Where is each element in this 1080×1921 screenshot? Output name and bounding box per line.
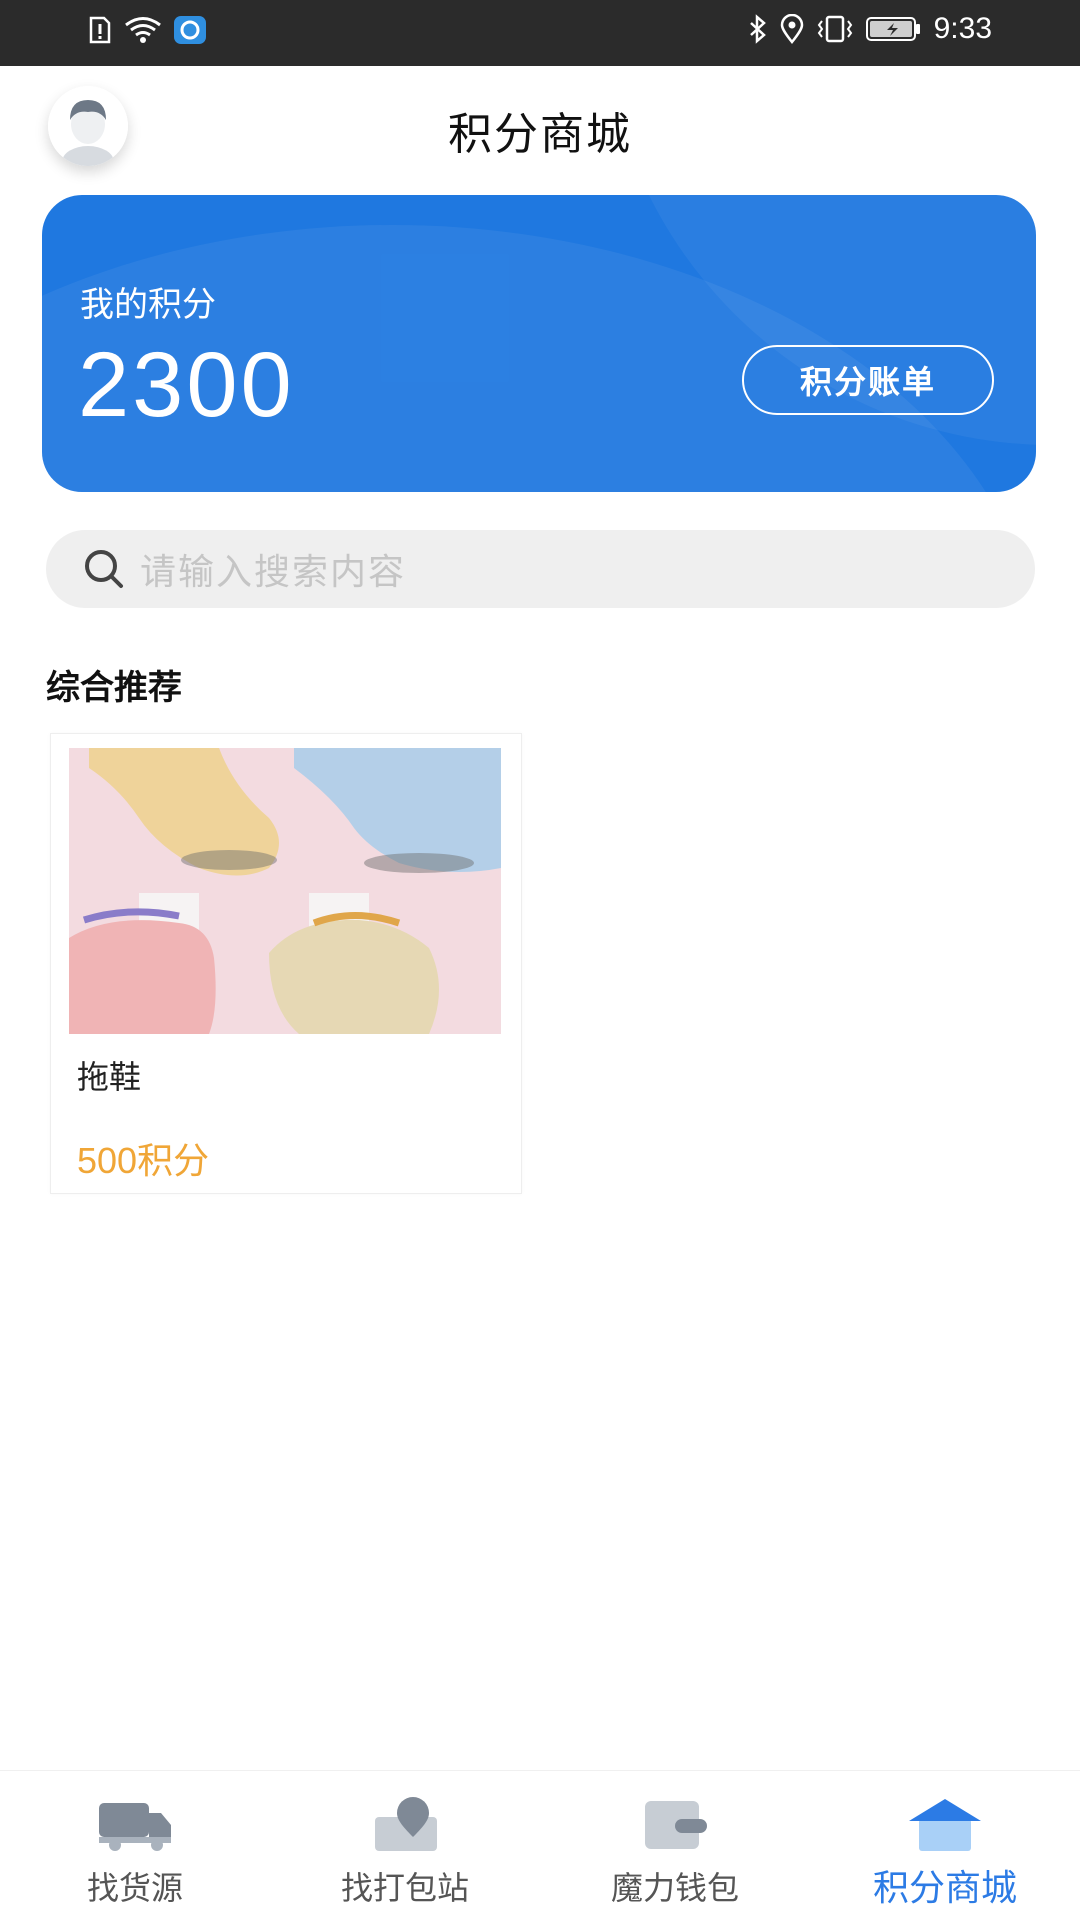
search-icon xyxy=(85,550,123,588)
socks-image[interactable] xyxy=(69,748,501,1034)
product-card[interactable]: 拖鞋 500积分 xyxy=(50,733,522,1194)
vibrate-icon xyxy=(817,15,852,43)
page-title: 积分商城 xyxy=(448,109,632,160)
points-bill-button[interactable]: 积分账单 xyxy=(742,345,994,415)
tab-label: 找打包站 xyxy=(340,1869,469,1907)
bluetooth-icon xyxy=(749,14,766,44)
sim-alert-icon xyxy=(89,16,111,44)
tab-points-mall[interactable]: 积分商城 xyxy=(810,1771,1080,1921)
status-left-icons xyxy=(88,16,206,44)
tab-find-source[interactable]: 找货源 xyxy=(0,1771,270,1921)
tab-label: 积分商城 xyxy=(872,1868,1017,1909)
battery-charging-icon xyxy=(865,17,920,41)
tab-find-packing-station[interactable]: 找打包站 xyxy=(270,1771,540,1921)
wifi-icon xyxy=(125,17,161,43)
section-title: 综合推荐 xyxy=(46,668,182,708)
search-bar[interactable]: 请输入搜索内容 xyxy=(46,530,1035,608)
product-name: 拖鞋 xyxy=(77,1058,142,1096)
location-icon xyxy=(780,14,803,44)
wallet-icon xyxy=(645,1801,707,1849)
status-bar: 9:33 xyxy=(0,0,1080,66)
points-label: 我的积分 xyxy=(80,285,216,325)
tab-label: 魔力钱包 xyxy=(610,1869,739,1907)
header: 积分商城 xyxy=(0,66,1080,188)
store-icon xyxy=(909,1799,981,1851)
status-right-icons: 9:33 xyxy=(748,12,992,46)
bottom-tab-bar: 找货源 找打包站 魔力钱包 积分商城 xyxy=(0,1770,1080,1921)
map-pin-icon xyxy=(375,1797,437,1851)
points-value: 2300 xyxy=(78,334,295,436)
points-card: 我的积分 2300 积分账单 xyxy=(42,195,1036,492)
status-time: 9:33 xyxy=(933,12,992,45)
search-input[interactable]: 请输入搜索内容 xyxy=(140,543,406,595)
truck-icon xyxy=(99,1803,171,1851)
app-notification-icon xyxy=(174,16,206,44)
product-price: 500积分 xyxy=(77,1140,210,1181)
tab-label: 找货源 xyxy=(86,1869,183,1907)
tab-magic-wallet[interactable]: 魔力钱包 xyxy=(540,1771,810,1921)
